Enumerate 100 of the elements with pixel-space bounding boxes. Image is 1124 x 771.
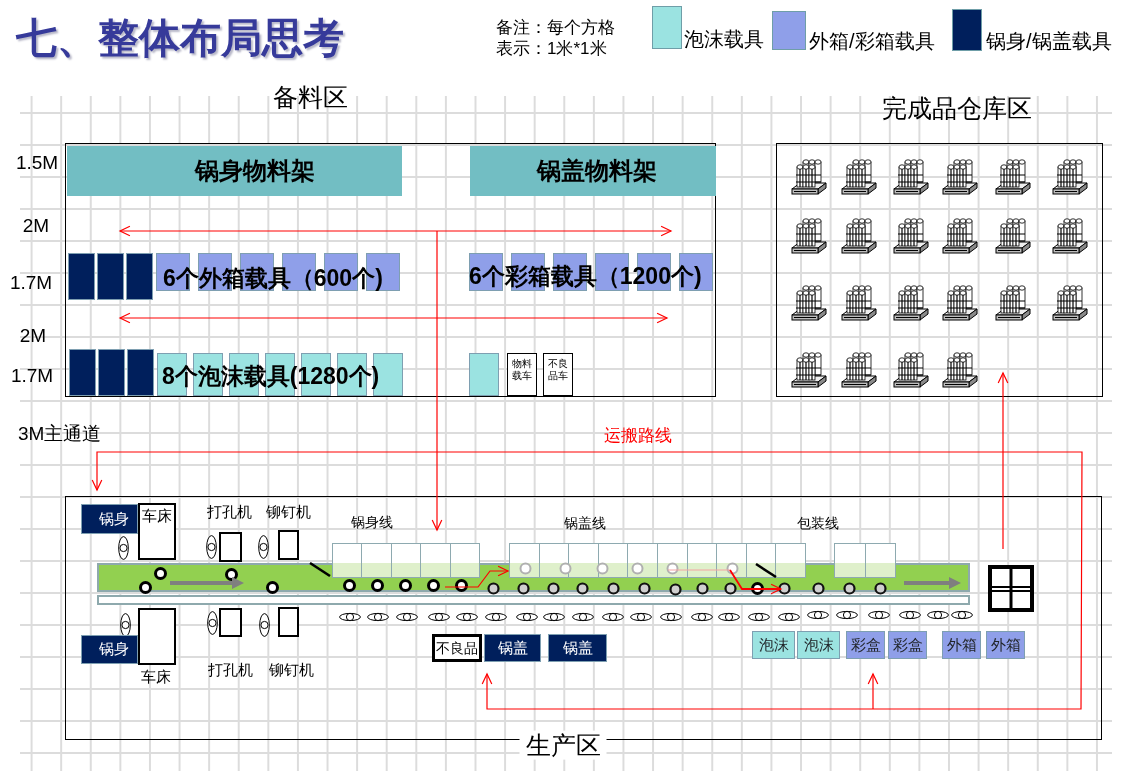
route-label: 运搬路线: [604, 426, 672, 446]
legend-label: 泡沫载具: [684, 27, 764, 51]
part-tag: 锅身: [81, 635, 138, 664]
machine-box: [219, 532, 242, 562]
workstation-tile: [332, 543, 363, 578]
bin-box: 锅盖: [484, 634, 541, 662]
roller-icon: [668, 582, 682, 596]
carrier-block: [98, 349, 125, 396]
flow-arrow-icon: [170, 577, 244, 589]
note-text: 备注：每个方格 表示：1米*1米: [496, 17, 615, 59]
roller-icon: [516, 581, 530, 595]
person-icon: [205, 535, 217, 559]
legend-label: 外箱/彩箱载具: [809, 29, 935, 53]
roller-icon: [398, 578, 412, 592]
roller-icon: [637, 581, 651, 595]
roller-icon: [370, 578, 384, 592]
bin-box: 外箱: [942, 631, 981, 659]
machine-box: [278, 607, 299, 637]
workstation-tile: [864, 543, 896, 578]
bin-box: 锅盖: [548, 634, 607, 662]
machine-label: 铆钉机: [265, 503, 311, 521]
machine-label: 车床: [141, 668, 171, 686]
pallet-icon: [1052, 284, 1088, 322]
machine-box: [219, 608, 242, 637]
line-label: 锅盖线: [564, 514, 606, 532]
part-tag: 锅身: [81, 504, 138, 534]
carrier-group: 8个泡沫载具(1280个): [157, 353, 403, 396]
person-icon: [117, 536, 129, 560]
person-icon: [602, 612, 624, 622]
person-icon: [543, 612, 565, 622]
roller-icon: [575, 581, 589, 595]
carrier-group: 6个外箱载具（600个): [156, 253, 400, 291]
workstation-tile: [568, 543, 599, 578]
roller-icon: [630, 561, 644, 575]
pallet-icon: [893, 158, 929, 196]
machine-label: 打孔机: [207, 661, 253, 679]
roller-icon: [518, 561, 532, 575]
machine-label: 铆钉机: [268, 661, 314, 679]
roller-icon: [558, 561, 572, 575]
pallet-icon: [893, 217, 929, 255]
person-icon: [660, 612, 682, 622]
roller-icon: [777, 581, 791, 595]
bin-box: 泡沫: [752, 631, 795, 659]
workstation-tile: [834, 543, 866, 578]
pallet-icon: [791, 351, 827, 389]
person-icon: [258, 613, 270, 637]
roller-icon: [153, 566, 167, 580]
cart-box: 物料载车: [507, 353, 537, 396]
rack-banner: 锅盖物料架: [470, 146, 716, 196]
dimension-label: 1.7M: [10, 365, 54, 387]
line-label: 包装线: [797, 514, 839, 532]
carrier-group: 6个彩箱载具（1200个): [469, 253, 713, 291]
rack-banner: 锅身物料架: [67, 146, 402, 196]
line-label: 锅身线: [351, 513, 393, 531]
roller-icon: [426, 578, 440, 592]
carrier-block: [126, 253, 153, 300]
carrier-block: [469, 353, 499, 396]
bin-box: 彩盒: [846, 631, 885, 659]
pallet-icon: [841, 217, 877, 255]
carrier-block: [127, 349, 154, 396]
person-icon: [396, 612, 418, 622]
carrier-block: [97, 253, 124, 300]
roller-icon: [454, 578, 468, 592]
roller-icon: [342, 578, 356, 592]
pallet-icon: [791, 284, 827, 322]
pallet-icon: [942, 351, 978, 389]
pallet-icon: [893, 351, 929, 389]
roller-icon: [224, 567, 238, 581]
workstation-tile: [449, 543, 480, 578]
person-icon: [516, 612, 538, 622]
carrier-block: [69, 349, 96, 396]
roller-icon: [138, 580, 152, 594]
pallet-icon: [841, 158, 877, 196]
production-area-title: 生产区: [519, 730, 607, 760]
pallet-icon: [942, 217, 978, 255]
roller-icon: [546, 581, 560, 595]
person-icon: [206, 611, 218, 635]
aisle-label: 3M主通道: [18, 423, 102, 445]
person-icon: [367, 612, 389, 622]
dimension-label: 1.7M: [9, 272, 53, 294]
roller-icon: [265, 580, 279, 594]
person-icon: [927, 610, 949, 620]
pallet-icon: [1052, 217, 1088, 255]
warehouse-title: 完成品仓库区: [882, 93, 1032, 123]
pallet-icon: [841, 284, 877, 322]
workstation-tile: [361, 543, 392, 578]
pallet-icon: [893, 284, 929, 322]
roller-icon: [725, 561, 739, 575]
roller-icon: [606, 581, 620, 595]
roller-icon: [750, 581, 764, 595]
grid-square-icon: [988, 565, 1034, 612]
page-title: 七、整体布局思考: [16, 16, 344, 62]
machine-box: [138, 608, 176, 665]
person-icon: [485, 612, 507, 622]
pallet-icon: [942, 158, 978, 196]
roller-icon: [595, 561, 609, 575]
workstation-tile: [627, 543, 658, 578]
person-icon: [778, 612, 800, 622]
bin-box: 彩盒: [888, 631, 927, 659]
dimension-label: 2M: [22, 215, 50, 237]
